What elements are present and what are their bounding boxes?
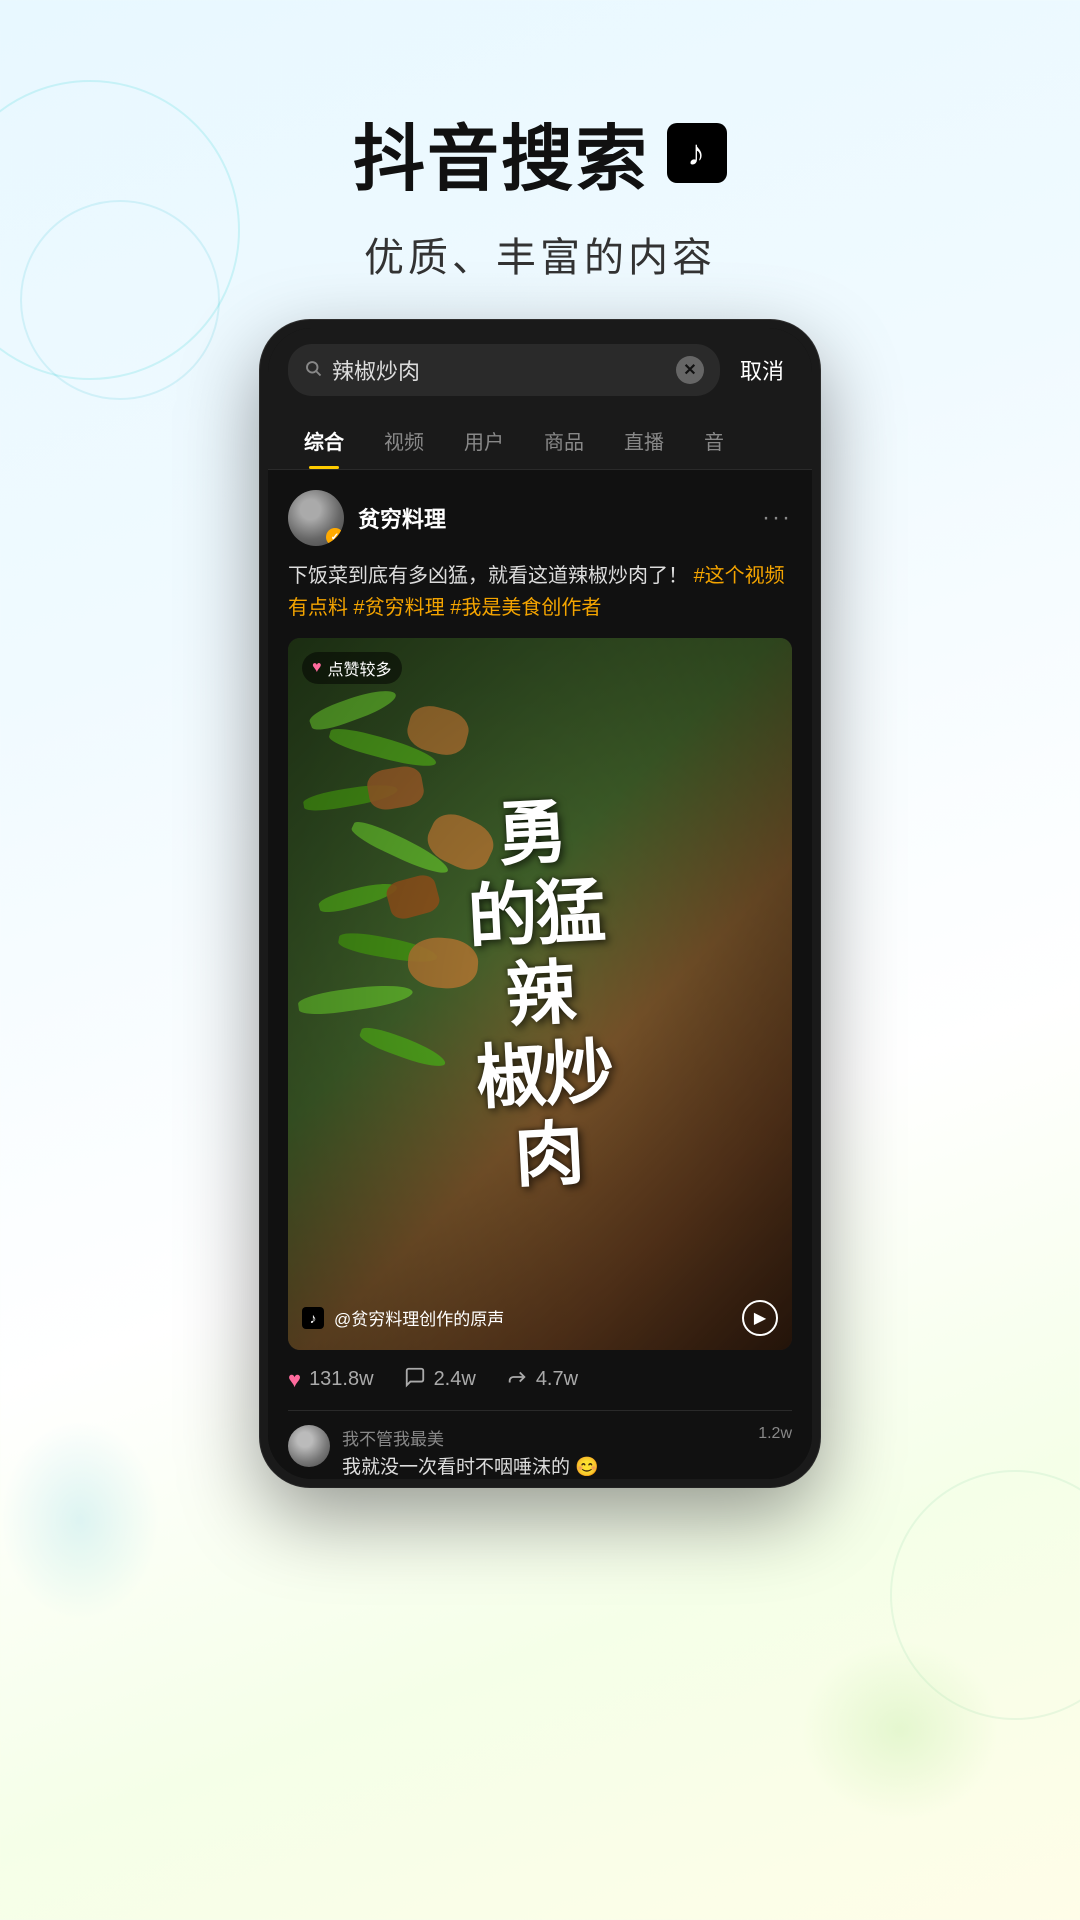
app-title: 抖音搜索 ♪ — [0, 100, 1080, 205]
search-query-text: 辣椒炒肉 — [332, 354, 666, 386]
bg-blob-right — [800, 1640, 1000, 1820]
username-label: 贫穷料理 — [358, 502, 748, 534]
comment-count-1: 1.2w — [758, 1425, 792, 1443]
header-section: 抖音搜索 ♪ 优质、丰富的内容 — [0, 0, 1080, 323]
comments-stat: 2.4w — [404, 1366, 476, 1394]
tab-product[interactable]: 商品 — [524, 412, 604, 469]
phone-mockup: 辣椒炒肉 ✕ 取消 综合 视频 用户 商品 — [260, 320, 820, 1487]
comment-username-1: 我不管我最美 — [342, 1425, 746, 1450]
tab-live[interactable]: 直播 — [604, 412, 684, 469]
search-bar: 辣椒炒肉 ✕ 取消 — [268, 328, 812, 412]
phone-screen: 辣椒炒肉 ✕ 取消 综合 视频 用户 商品 — [268, 328, 812, 1479]
tab-video[interactable]: 视频 — [364, 412, 444, 469]
comments-count: 2.4w — [434, 1368, 476, 1391]
video-bottom-bar: ♪ @贫穷料理创作的原声 ▶ — [302, 1300, 778, 1336]
app-title-text: 抖音搜索 — [353, 100, 649, 205]
likes-count: 131.8w — [309, 1368, 374, 1391]
video-text-overlay: 勇的猛辣椒炒肉 — [288, 638, 792, 1350]
likes-stat: ♥ 131.8w — [288, 1366, 374, 1394]
search-icon — [304, 359, 322, 382]
video-thumbnail[interactable]: ♥ 点赞较多 勇的猛辣椒炒肉 ♪ @贫穷料理创作的原声 ▶ — [288, 638, 792, 1350]
comment-avatar-1 — [288, 1425, 330, 1467]
tab-audio[interactable]: 音 — [684, 412, 744, 469]
comment-content-1: 我不管我最美 我就没一次看时不咽唾沫的 😊 — [342, 1425, 746, 1479]
verified-badge-icon: ✓ — [326, 528, 344, 546]
result-user-card: ✓ 贫穷料理 ··· — [288, 490, 792, 546]
tab-comprehensive[interactable]: 综合 — [284, 412, 364, 469]
user-avatar: ✓ — [288, 490, 344, 546]
shares-count: 4.7w — [536, 1368, 578, 1391]
tiktok-small-icon: ♪ — [302, 1307, 324, 1329]
search-input-wrapper[interactable]: 辣椒炒肉 ✕ — [288, 344, 720, 396]
shares-stat: 4.7w — [506, 1366, 578, 1394]
heart-stat-icon: ♥ — [288, 1367, 301, 1393]
comment-preview-section: 我不管我最美 我就没一次看时不咽唾沫的 😊 1.2w — [288, 1411, 792, 1479]
comment-stat-icon — [404, 1366, 426, 1394]
app-subtitle: 优质、丰富的内容 — [0, 225, 1080, 283]
clear-search-button[interactable]: ✕ — [676, 356, 704, 384]
search-results-area: ✓ 贫穷料理 ··· 下饭菜到底有多凶猛，就看这道辣椒炒肉了！ #这个视频有点料… — [268, 470, 812, 1479]
share-stat-icon — [506, 1366, 528, 1394]
play-button[interactable]: ▶ — [742, 1300, 778, 1336]
cancel-search-button[interactable]: 取消 — [732, 354, 792, 386]
phone-shell: 辣椒炒肉 ✕ 取消 综合 视频 用户 商品 — [260, 320, 820, 1487]
video-title-text: 勇的猛辣椒炒肉 — [462, 789, 619, 1198]
more-options-button[interactable]: ··· — [762, 504, 792, 532]
video-stats-row: ♥ 131.8w 2.4w — [288, 1350, 792, 1411]
tiktok-logo-icon: ♪ — [667, 123, 727, 183]
search-tabs: 综合 视频 用户 商品 直播 音 — [268, 412, 812, 470]
comment-item-1: 我不管我最美 我就没一次看时不咽唾沫的 😊 1.2w — [288, 1425, 792, 1479]
comment-text-1: 我就没一次看时不咽唾沫的 😊 — [342, 1452, 746, 1479]
bg-blob-left — [0, 1420, 160, 1620]
tab-user[interactable]: 用户 — [444, 412, 524, 469]
audio-label: @贫穷料理创作的原声 — [334, 1305, 732, 1330]
tiktok-note-icon: ♪ — [687, 132, 707, 174]
post-text: 下饭菜到底有多凶猛，就看这道辣椒炒肉了！ #这个视频有点料 #贫穷料理 #我是美… — [288, 560, 792, 624]
